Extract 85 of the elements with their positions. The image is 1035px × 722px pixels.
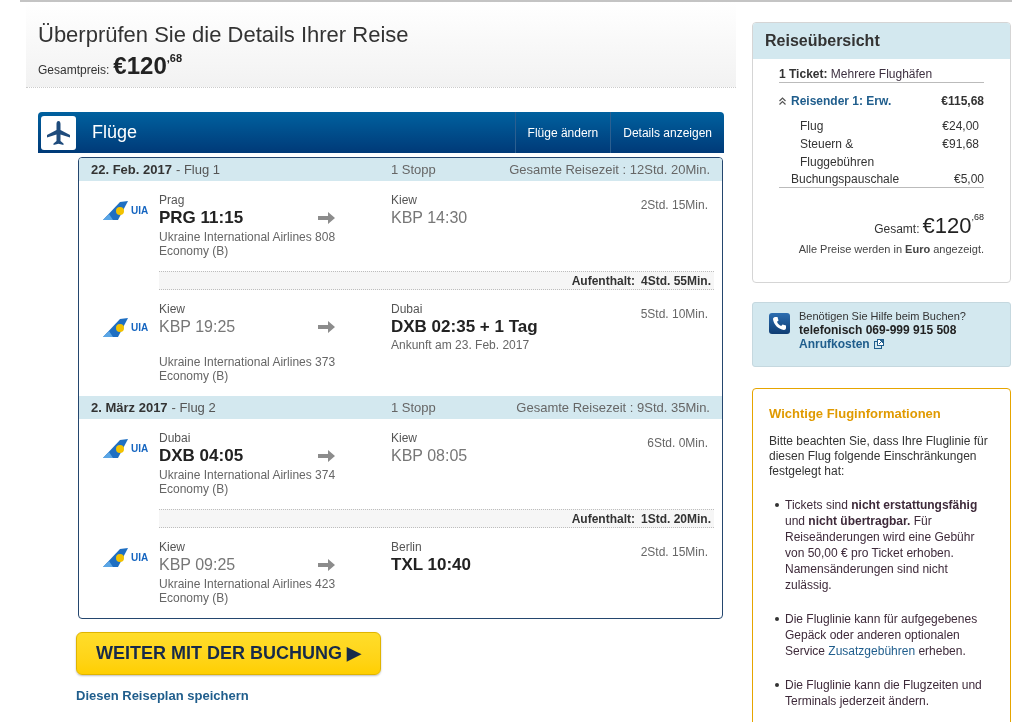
bullet-icon [775,683,779,687]
traveler-toggle[interactable]: Reisender 1: Erw. [779,93,892,109]
amount-text: €24,00 [942,118,979,135]
summary-title: Reiseübersicht [765,31,880,51]
layover-label: Aufenthalt: [571,510,635,528]
airline-text: Ukraine International Airlines 374 [159,468,336,482]
fees-link[interactable]: Zusatzgebühren [828,644,916,658]
bullet-icon [775,503,779,507]
save-itinerary-link[interactable]: Diesen Reiseplan speichern [76,688,249,703]
stops-text: 1 Stopp [391,161,436,178]
external-link-icon [873,339,884,349]
header-action-button[interactable]: Details anzeigen [610,112,724,153]
airline-text: Ukraine International Airlines 373 [159,355,336,369]
arrival-note: Ankunft am 23. Feb. 2017 [391,337,531,353]
city-text: Kiew [159,301,186,317]
currency-note: Alle Preise werden in Euro angezeigt. [798,242,984,256]
layover-duration: 1Std. 20Min. [641,510,711,528]
phone-icon [769,313,790,334]
airline-logo: UIA [103,547,159,567]
amount-text: €5,00 [953,171,984,187]
fee-label: Flug [800,118,825,135]
page-title: Überprüfen Sie die Details Ihrer Reise [38,22,409,48]
duration-text: 6Std. 0Min. [647,435,708,451]
cabin-text: Economy (B) [159,591,229,605]
airline-text: Ukraine International Airlines 808 [159,230,336,244]
cabin-text: Economy (B) [159,244,229,258]
header-action-button[interactable]: Flüge ändern [514,112,611,153]
airline-logo: UIA [103,438,159,458]
cabin-text: Economy (B) [159,369,229,383]
phone-number: telefonisch 069-999 915 508 [799,323,958,337]
leg-label: - Flug 1 [175,161,221,178]
total-price: €120$^{,68}$ [922,214,984,238]
total-label: Gesamt: [874,221,920,238]
city-text: Kiew [391,430,418,446]
total-price: €120$^{,68}$ [113,52,183,80]
airport-time-text: KBP 09:25 [159,555,237,575]
layover-label: Aufenthalt: [571,272,635,290]
duration-text: 2Std. 15Min. [640,197,708,213]
ticket-text: 1 Ticket: Mehrere Flughäfen [779,66,984,83]
travel-time-text: Gesamte Reisezeit : 9Std. 35Min. [516,399,710,416]
info-bullet-text: Die Fluglinie kann für aufgegebenes Gepäck oder anderen optionalen Service Zusatzgebühren erheben. [785,611,979,659]
arrow-right-icon [318,320,335,334]
info-intro: Bitte beachten Sie, dass Ihre Fluglinie für diesen Flug folgende Einschränkungen festgelegt hat: [769,434,989,479]
leg-date: 2. März 2017 [91,399,168,416]
arrow-right-icon [318,211,335,225]
call-cost-link[interactable]: Anrufkosten [799,337,870,351]
leg-date: 22. Feb. 2017 [91,161,172,178]
info-title: Wichtige Fluginformationen [769,406,942,422]
airline-logo: UIA [103,317,159,337]
fee-label: Buchungspauschale [791,171,900,187]
airport-time-text: DXB 04:05 [159,446,245,466]
plane-icon [41,115,76,150]
airport-time-text: TXL 10:40 [391,555,472,575]
cabin-text: Economy (B) [159,482,229,496]
airport-time-text: KBP 14:30 [391,208,469,228]
arrow-right-icon [318,558,335,572]
airport-time-text: PRG 11:15 [159,208,245,228]
duration-text: 2Std. 15Min. [640,544,708,560]
info-bullet-text: Tickets sind nicht erstattungsfähig und nicht übertragbar. Für Reiseänderungen wird eine Gebühr von 50,00 € pro Ticket erhoben. Namensänderungen sind nicht zulässig. [785,497,979,593]
stops-text: 1 Stopp [391,399,436,416]
city-text: Dubai [391,301,424,317]
amount-text: €91,68 [942,136,979,153]
airline-text: Ukraine International Airlines 423 [159,577,336,591]
airport-time-text: DXB 02:35 + 1 Tag [391,317,539,337]
airport-time-text: KBP 19:25 [159,317,237,337]
arrow-right-icon [318,449,335,463]
city-text: Berlin [391,539,423,555]
continue-button[interactable]: WEITER MIT DER BUCHUNG ▶ [76,632,381,675]
travel-time-text: Gesamte Reisezeit : 12Std. 20Min. [509,161,710,178]
flights-title: Flüge [92,121,138,144]
city-text: Kiew [159,539,186,555]
layover-duration: 4Std. 55Min. [641,272,711,290]
leg-label: - Flug 2 [171,399,216,416]
airline-logo: UIA [103,200,159,220]
bullet-icon [775,617,779,621]
city-text: Kiew [391,192,418,208]
info-bullet-text: Die Fluglinie kann die Flugzeiten und Terminals jederzeit ändern. [785,677,983,709]
duration-text: 5Std. 10Min. [640,306,708,322]
amount-text: €115,68 [941,93,984,109]
city-text: Prag [159,192,186,208]
help-question: Benötigen Sie Hilfe beim Buchen? [799,310,966,323]
city-text: Dubai [159,430,192,446]
total-label: Gesamtpreis: [38,62,110,79]
fee-label: Steuern & Fluggebühren [800,136,876,171]
airport-time-text: KBP 08:05 [391,446,469,466]
